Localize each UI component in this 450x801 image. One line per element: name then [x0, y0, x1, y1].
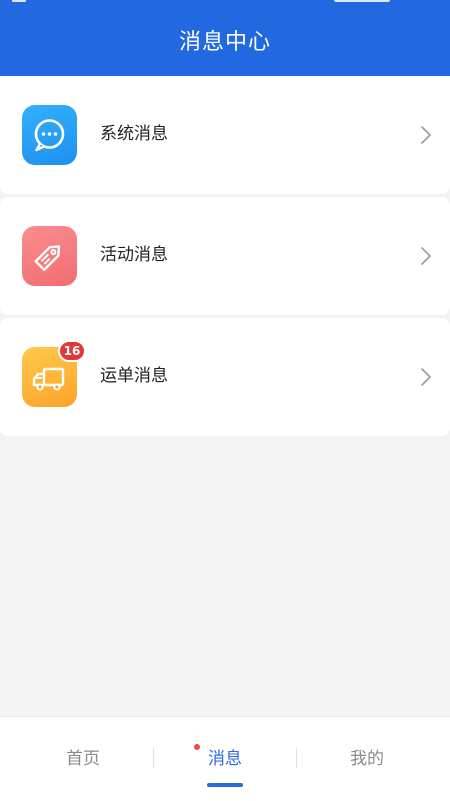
item-label-system-messages: 系统消息 [100, 124, 168, 144]
header-bar: 消息中心 [0, 0, 450, 76]
page-title: 消息中心 [178, 30, 271, 55]
item-label-waybill-messages: 运单消息 [100, 366, 168, 386]
unread-count-badge: 16 [58, 340, 86, 362]
status-signal-icon [12, 0, 26, 2]
status-indicators-icon [334, 0, 390, 2]
list-item-activity-messages[interactable]: 活动消息 [0, 197, 450, 315]
item-label-activity-messages: 活动消息 [100, 245, 168, 265]
list-item-waybill-messages[interactable]: 16 运单消息 [0, 318, 450, 436]
status-bar [0, 0, 450, 6]
tab-home[interactable]: 首页 [8, 747, 158, 771]
tab-mine[interactable]: 我的 [292, 747, 442, 771]
list-item-system-messages[interactable]: 系统消息 [0, 76, 450, 194]
chevron-right-icon [421, 368, 431, 386]
bottom-tab-bar: 首页 消息 我的 [0, 716, 450, 801]
tab-messages[interactable]: 消息 [150, 747, 300, 771]
chevron-right-icon [421, 126, 431, 144]
chevron-right-icon [421, 247, 431, 265]
tag-icon [22, 226, 77, 286]
active-tab-indicator [207, 783, 243, 787]
chat-bubble-icon [22, 105, 77, 165]
